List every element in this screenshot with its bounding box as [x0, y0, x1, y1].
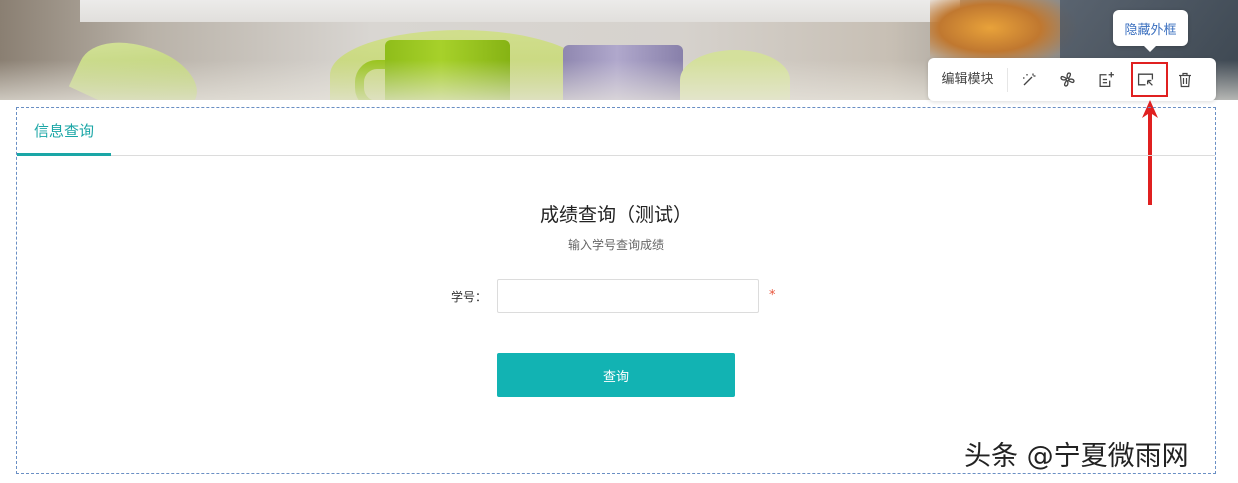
add-section-icon[interactable]	[1088, 58, 1125, 101]
edit-module-button[interactable]: 编辑模块	[928, 67, 1008, 92]
hide-frame-tooltip: 隐藏外框	[1113, 10, 1188, 52]
form-subtitle: 输入学号查询成绩	[567, 238, 664, 252]
trash-icon[interactable]	[1166, 58, 1203, 101]
query-module: 信息查询 成绩查询（测试） 输入学号查询成绩 学号： * 查询	[16, 107, 1216, 474]
fan-icon[interactable]	[1049, 58, 1086, 101]
magic-wand-icon[interactable]	[1010, 58, 1047, 101]
module-toolbar: 编辑模块	[928, 58, 1216, 101]
student-id-label: 学号：	[450, 290, 487, 304]
module-tabs: 信息查询	[17, 108, 1215, 156]
highlight-box	[1131, 62, 1168, 97]
query-button[interactable]: 查询	[497, 353, 735, 397]
required-mark: *	[769, 288, 776, 303]
form-title: 成绩查询（测试）	[539, 204, 692, 226]
student-id-input[interactable]	[497, 279, 759, 313]
watermark: 头条 @宁夏微雨网	[964, 441, 1189, 472]
tab-info-query[interactable]: 信息查询	[17, 108, 111, 156]
